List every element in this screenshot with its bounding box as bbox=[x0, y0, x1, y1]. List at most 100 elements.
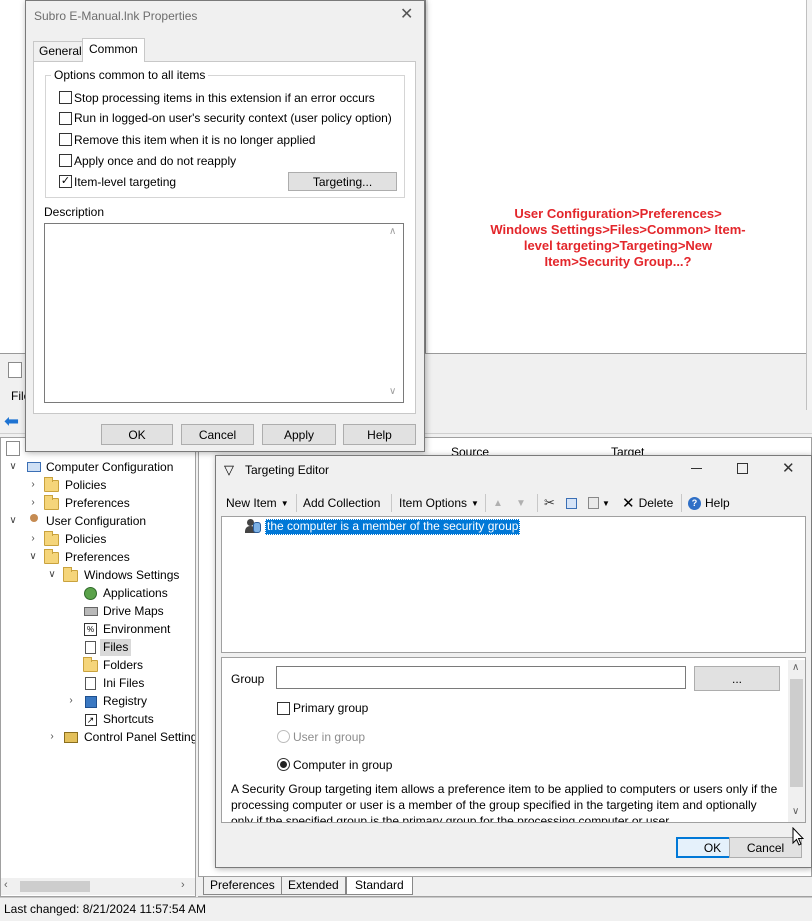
tree-expand-user-config[interactable]: ∨ bbox=[8, 515, 18, 526]
primary-group-label: Primary group bbox=[293, 701, 369, 715]
properties-cancel-button[interactable]: Cancel bbox=[181, 424, 254, 445]
tree-expand-computer-config[interactable]: ∨ bbox=[8, 461, 18, 472]
folder-icon bbox=[44, 549, 59, 564]
description-scrollbar[interactable]: ∧ ∨ bbox=[386, 224, 403, 402]
security-group-description: A Security Group targeting item allows a… bbox=[231, 782, 778, 823]
user-config-icon bbox=[26, 513, 41, 528]
tree-hscrollbar[interactable]: ‹ › bbox=[1, 878, 195, 895]
targeting-toolbar: New Item ▼ Add Collection Item Options ▼ ▲… bbox=[222, 492, 810, 514]
option-stop-processing-label: Stop processing items in this extension … bbox=[74, 91, 375, 105]
targeting-details-panel: Group ... Primary group User in group Co… bbox=[221, 657, 806, 823]
tree-hscroll-thumb[interactable] bbox=[20, 881, 90, 892]
move-up-icon[interactable]: ▲ bbox=[493, 492, 503, 514]
tree-expand-control-panel[interactable]: › bbox=[47, 731, 57, 742]
tree-item-shortcuts[interactable]: Shortcuts bbox=[103, 712, 154, 726]
copy-icon[interactable] bbox=[566, 492, 577, 514]
option-security-context-checkbox[interactable] bbox=[59, 112, 72, 125]
details-scroll-thumb[interactable] bbox=[790, 679, 803, 787]
tab-standard[interactable]: Standard bbox=[346, 877, 413, 895]
new-item-menu[interactable]: New Item ▼ bbox=[226, 492, 289, 514]
group-input[interactable] bbox=[276, 666, 686, 689]
scroll-up-icon[interactable]: ∧ bbox=[792, 662, 799, 673]
tree-item-user-policies[interactable]: Policies bbox=[65, 532, 106, 546]
help-button[interactable]: ? Help bbox=[688, 492, 730, 514]
properties-title: Subro E-Manual.lnk Properties bbox=[34, 9, 198, 23]
close-icon[interactable]: ✕ bbox=[400, 4, 413, 24]
delete-button[interactable]: ✕ Delete bbox=[622, 492, 673, 514]
control-panel-icon bbox=[63, 730, 78, 745]
tab-extended[interactable]: Extended bbox=[281, 877, 346, 895]
option-remove-item-checkbox[interactable] bbox=[59, 133, 72, 146]
option-remove-item-label: Remove this item when it is no longer ap… bbox=[74, 133, 316, 147]
details-scrollbar[interactable]: ∧ ∨ bbox=[788, 660, 805, 822]
tree-item-control-panel-settings[interactable]: Control Panel Settings bbox=[84, 730, 195, 744]
tree-expand-policies[interactable]: › bbox=[28, 479, 38, 490]
close-icon[interactable]: ✕ bbox=[782, 459, 795, 477]
computer-in-group-radio[interactable] bbox=[277, 758, 290, 771]
filter-icon: ▽ bbox=[224, 462, 234, 477]
tree-item-preferences[interactable]: Preferences bbox=[65, 496, 130, 510]
tree-item-folders[interactable]: Folders bbox=[103, 658, 143, 672]
tree-expand-preferences[interactable]: › bbox=[28, 497, 38, 508]
tree-item-registry[interactable]: Registry bbox=[103, 694, 147, 708]
option-apply-once-label: Apply once and do not reapply bbox=[74, 154, 237, 168]
ini-files-icon bbox=[83, 676, 98, 691]
tree-item-policies[interactable]: Policies bbox=[65, 478, 106, 492]
item-options-menu[interactable]: Item Options ▼ bbox=[399, 492, 479, 514]
minimize-icon[interactable] bbox=[691, 461, 703, 473]
scroll-up-icon[interactable]: ∧ bbox=[389, 226, 396, 237]
main-window-icon bbox=[8, 362, 22, 378]
folder-icon bbox=[44, 495, 59, 510]
shortcuts-icon: ↗ bbox=[83, 712, 98, 727]
tree-expand-user-policies[interactable]: › bbox=[28, 533, 38, 544]
security-group-icon bbox=[245, 519, 261, 534]
maximize-icon[interactable] bbox=[737, 463, 748, 474]
targeting-item-security-group[interactable]: the computer is a member of the security… bbox=[265, 519, 521, 535]
tab-common[interactable]: Common bbox=[82, 38, 145, 62]
scroll-left-icon[interactable]: ‹ bbox=[4, 879, 8, 891]
back-arrow-icon[interactable]: ⬅ bbox=[4, 412, 24, 430]
tree-item-applications[interactable]: Applications bbox=[103, 586, 168, 600]
properties-apply-button[interactable]: Apply bbox=[262, 424, 336, 445]
tree-item-user-configuration[interactable]: User Configuration bbox=[46, 514, 146, 528]
tree-item-windows-settings[interactable]: Windows Settings bbox=[84, 568, 179, 582]
targeting-items-list[interactable] bbox=[221, 516, 806, 653]
scroll-down-icon[interactable]: ∨ bbox=[792, 806, 799, 817]
tree-item-computer-configuration[interactable]: Computer Configuration bbox=[46, 460, 173, 474]
folder-icon bbox=[44, 477, 59, 492]
tab-general[interactable]: General bbox=[33, 41, 88, 61]
tree-root-icon bbox=[6, 441, 20, 456]
tree-item-ini-files[interactable]: Ini Files bbox=[103, 676, 144, 690]
add-collection-button[interactable]: Add Collection bbox=[303, 492, 380, 514]
option-apply-once-checkbox[interactable] bbox=[59, 154, 72, 167]
option-stop-processing-checkbox[interactable] bbox=[59, 91, 72, 104]
registry-icon bbox=[83, 694, 98, 709]
properties-help-button[interactable]: Help bbox=[343, 424, 416, 445]
tree-expand-registry[interactable]: › bbox=[66, 695, 76, 706]
toolbar-separator bbox=[296, 494, 297, 512]
scroll-down-icon[interactable]: ∨ bbox=[389, 386, 396, 397]
background-right-strip bbox=[806, 0, 812, 410]
scroll-right-icon[interactable]: › bbox=[181, 879, 185, 891]
description-textarea[interactable] bbox=[44, 223, 404, 403]
tree-item-drive-maps[interactable]: Drive Maps bbox=[103, 604, 164, 618]
targeting-button[interactable]: Targeting... bbox=[288, 172, 397, 191]
tree-item-environment[interactable]: Environment bbox=[103, 622, 170, 636]
background-window-edge bbox=[425, 0, 428, 353]
tree-expand-windows-settings[interactable]: ∨ bbox=[47, 569, 57, 580]
tree-item-files[interactable]: Files bbox=[100, 639, 132, 656]
description-label: Description bbox=[44, 205, 105, 219]
option-item-level-targeting-checkbox[interactable]: ✓ bbox=[59, 175, 72, 188]
paste-icon[interactable]: ▼ bbox=[588, 492, 610, 514]
tree-expand-user-preferences[interactable]: ∨ bbox=[28, 551, 38, 562]
tab-preferences[interactable]: Preferences bbox=[203, 877, 282, 895]
annotation-text: User Configuration>Preferences> Windows … bbox=[490, 206, 746, 269]
tree-item-user-preferences[interactable]: Preferences bbox=[65, 550, 130, 564]
properties-ok-button[interactable]: OK bbox=[101, 424, 173, 445]
primary-group-checkbox[interactable] bbox=[277, 702, 290, 715]
option-security-context-label: Run in logged-on user's security context… bbox=[74, 111, 392, 125]
move-down-icon[interactable]: ▼ bbox=[516, 492, 526, 514]
cut-icon[interactable]: ✂ bbox=[544, 492, 555, 514]
browse-group-button[interactable]: ... bbox=[694, 666, 780, 691]
user-in-group-radio[interactable] bbox=[277, 730, 290, 743]
